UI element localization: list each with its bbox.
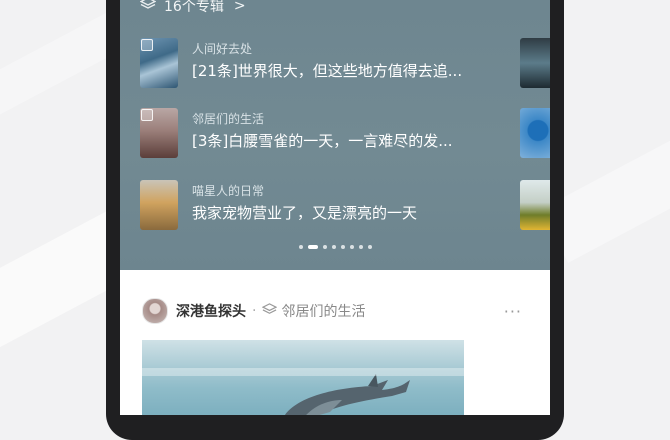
- album-description: [21条]世界很大，但这些地方值得去追...: [192, 62, 463, 80]
- separator: ·: [252, 303, 257, 319]
- next-page-thumbnail[interactable]: [520, 38, 550, 88]
- next-page-thumbnail[interactable]: [520, 180, 550, 230]
- page-dot: [358, 245, 363, 249]
- avatar[interactable]: [142, 298, 168, 324]
- feed-post[interactable]: 深港鱼探头 · 邻居们的生活 ···: [120, 280, 550, 415]
- chevron-right-icon: >: [233, 0, 246, 14]
- post-header: 深港鱼探头 · 邻居们的生活 ···: [142, 298, 522, 324]
- album-item[interactable]: 喵星人的日常 我家宠物营业了，又是漂亮的一天: [140, 180, 500, 232]
- page-dot: [331, 245, 336, 249]
- album-title: 喵星人的日常: [192, 184, 265, 198]
- sea-wave: [142, 368, 464, 376]
- post-author[interactable]: 深港鱼探头: [176, 301, 246, 321]
- album-description: 我家宠物营业了，又是漂亮的一天: [192, 204, 418, 222]
- page-dot: [340, 245, 345, 249]
- album-thumbnail: [140, 180, 178, 230]
- album-stack-icon: [262, 302, 278, 321]
- album-carousel[interactable]: 16个专辑 > 人间好去处 [21条]世界很大，但这些地方值得去追... 邻居们…: [120, 0, 550, 270]
- album-title: 邻居们的生活: [192, 112, 265, 126]
- page-dot: [298, 245, 303, 249]
- checkbox-icon[interactable]: [141, 39, 153, 51]
- next-page-thumbnail[interactable]: [520, 108, 550, 158]
- page-dot: [307, 245, 318, 249]
- more-options-icon[interactable]: ···: [504, 302, 522, 321]
- album-item[interactable]: 人间好去处 [21条]世界很大，但这些地方值得去追...: [140, 38, 500, 90]
- page-dot: [349, 245, 354, 249]
- post-image[interactable]: [142, 340, 464, 415]
- album-description: [3条]白腰雪雀的一天，一言难尽的发...: [192, 132, 453, 150]
- post-album-link[interactable]: 邻居们的生活: [281, 301, 365, 321]
- phone-screen: 16个专辑 > 人间好去处 [21条]世界很大，但这些地方值得去追... 邻居们…: [120, 0, 550, 415]
- page-dot: [322, 245, 327, 249]
- album-item[interactable]: 邻居们的生活 [3条]白腰雪雀的一天，一言难尽的发...: [140, 108, 500, 160]
- dolphin-image: [285, 374, 410, 415]
- album-stack-icon: [139, 0, 157, 16]
- page-indicator: [120, 245, 550, 249]
- albums-header[interactable]: 16个专辑 >: [139, 0, 246, 18]
- page-dot: [367, 245, 372, 249]
- checkbox-icon[interactable]: [141, 109, 153, 121]
- album-title: 人间好去处: [192, 42, 253, 56]
- albums-count: 16个专辑: [164, 0, 224, 15]
